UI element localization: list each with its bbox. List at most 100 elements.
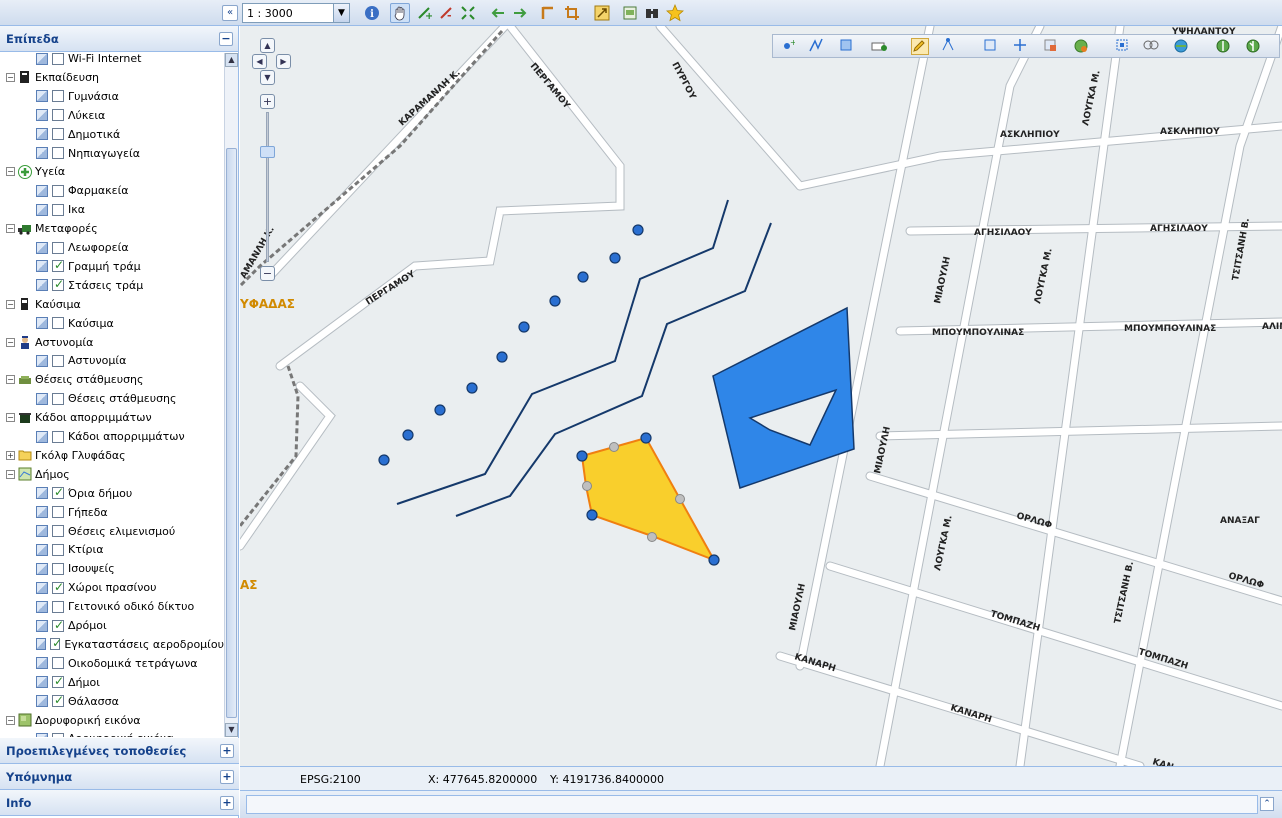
modify-vertices-button[interactable] [941, 38, 959, 55]
layer-checkbox[interactable] [52, 128, 64, 141]
layer-checkbox[interactable] [52, 562, 64, 575]
layer-checkbox[interactable] [52, 580, 64, 594]
layer-item[interactable]: Κάδοι απορριμμάτων [0, 427, 224, 446]
layer-checkbox[interactable] [52, 90, 64, 103]
layer-checkbox[interactable] [52, 693, 64, 708]
layer-group[interactable]: + Γκόλφ Γλυφάδας [0, 446, 224, 465]
layer-item[interactable]: Εγκαταστάσεις αεροδρομίου [0, 635, 224, 654]
layer-checkbox[interactable] [52, 392, 64, 405]
attributes-button[interactable] [1173, 38, 1191, 55]
pan-right-icon[interactable]: ▶ [276, 54, 291, 69]
previous-extent-button[interactable] [488, 3, 508, 23]
zoom-out-icon[interactable]: − [260, 266, 275, 281]
layer-item[interactable]: Δήμοι [0, 673, 224, 692]
layer-checkbox[interactable] [52, 732, 64, 737]
layer-checkbox[interactable] [52, 241, 64, 254]
export-button[interactable] [592, 3, 612, 23]
layer-item[interactable]: Δορυφορική εικόνα [0, 729, 224, 737]
scroll-down-icon[interactable]: ▼ [225, 723, 238, 737]
layer-item[interactable]: Χώροι πρασίνου [0, 578, 224, 597]
layer-item[interactable]: Δημοτικά [0, 125, 224, 144]
expand-plus-icon[interactable]: + [220, 744, 234, 758]
zoom-in-button[interactable]: + [414, 3, 434, 23]
layer-checkbox[interactable] [52, 674, 64, 689]
layer-item[interactable]: Λύκεια [0, 106, 224, 125]
layer-item[interactable]: Καύσιμα [0, 314, 224, 333]
edit-pencil-button[interactable] [911, 38, 929, 55]
move-feature-button[interactable] [1013, 38, 1031, 55]
layer-tree-scrollbar[interactable]: ▲ ▼ [224, 53, 238, 737]
info-panel-header[interactable]: Info + [0, 790, 239, 816]
layer-item[interactable]: Ισουψείς [0, 559, 224, 578]
layer-item[interactable]: Θέσεις στάθμευσης [0, 389, 224, 408]
collapse-minus-icon[interactable]: − [6, 413, 15, 423]
save-button[interactable] [1215, 38, 1233, 55]
collapse-panel-button[interactable]: « [220, 3, 240, 23]
layer-group[interactable]: − Δορυφορική εικόνα [0, 711, 224, 730]
layer-item[interactable]: Γειτονικό οδικό δίκτυο [0, 597, 224, 616]
layers-panel-header[interactable]: Επίπεδα − [0, 26, 238, 52]
snapping-button[interactable] [1073, 38, 1091, 55]
layer-checkbox[interactable] [52, 277, 64, 292]
layer-checkbox[interactable] [52, 618, 64, 632]
collapse-minus-icon[interactable]: − [6, 299, 15, 309]
layer-checkbox[interactable] [52, 600, 64, 613]
collapse-minus-icon[interactable]: − [6, 72, 15, 82]
layer-item[interactable]: Θάλασσα [0, 692, 224, 711]
select-feature-button[interactable] [983, 38, 1001, 55]
draw-line-button[interactable] [809, 38, 827, 55]
layer-checkbox[interactable] [52, 258, 64, 273]
layer-group[interactable]: − Μεταφορές [0, 219, 224, 238]
layer-group[interactable]: − Υγεία [0, 162, 224, 181]
layer-checkbox[interactable] [52, 485, 64, 500]
layer-item[interactable]: Νηπιαγωγεία [0, 144, 224, 163]
draw-point-button[interactable]: + [781, 38, 799, 55]
cancel-button[interactable] [1245, 38, 1263, 55]
layer-item[interactable]: Αστυνομία [0, 351, 224, 370]
layer-item[interactable]: Λεωφορεία [0, 238, 224, 257]
layer-item[interactable]: Όρια δήμου [0, 484, 224, 503]
layer-item[interactable]: Δρόμοι [0, 616, 224, 635]
delete-feature-button[interactable] [1043, 38, 1061, 55]
layer-checkbox[interactable] [52, 525, 64, 537]
layer-group[interactable]: − Κάδοι απορριμμάτων [0, 408, 224, 427]
layer-group[interactable]: − Δήμος [0, 465, 224, 484]
zoom-slider-track[interactable] [266, 112, 269, 262]
bookmark-button[interactable] [642, 3, 662, 23]
default-locations-panel-header[interactable]: Προεπιλεγμένες τοποθεσίες + [0, 738, 239, 764]
collapse-minus-icon[interactable]: − [6, 469, 15, 479]
layer-checkbox[interactable] [52, 184, 64, 197]
zoom-slider-handle[interactable] [260, 146, 275, 158]
zoom-extent-button[interactable] [458, 3, 478, 23]
layer-checkbox[interactable] [52, 543, 64, 556]
collapse-minus-icon[interactable]: − [6, 715, 15, 725]
favorite-button[interactable] [665, 3, 685, 23]
next-extent-button[interactable] [510, 3, 530, 23]
layer-item[interactable]: Κτίρια [0, 540, 224, 559]
collapse-minus-icon[interactable]: − [6, 375, 15, 385]
collapse-minus-icon[interactable]: − [219, 32, 233, 46]
layer-item[interactable]: Φαρμακεία [0, 181, 224, 200]
split-button[interactable] [1115, 38, 1133, 55]
layer-group[interactable]: − Αστυνομία [0, 333, 224, 352]
layer-checkbox[interactable] [50, 636, 62, 651]
expand-plus-icon[interactable]: + [220, 796, 234, 810]
layer-group[interactable]: − Εκπαίδευση [0, 68, 224, 87]
layer-checkbox[interactable] [52, 317, 64, 330]
layer-checkbox[interactable] [52, 203, 64, 216]
collapse-minus-icon[interactable]: − [6, 167, 15, 177]
add-feature-button[interactable] [871, 38, 889, 55]
chevron-down-icon[interactable]: ▼ [333, 4, 349, 22]
pan-down-icon[interactable]: ▼ [260, 70, 275, 85]
measure-area-button[interactable] [562, 3, 582, 23]
layer-item[interactable]: Γραμμή τράμ [0, 257, 224, 276]
draw-polygon-button[interactable] [839, 38, 857, 55]
layer-checkbox[interactable] [52, 506, 64, 519]
zoom-in-icon[interactable]: + [260, 94, 275, 109]
map-view[interactable]: ΥΨΗΛΑΝΤΟΥ ΠΥΡΓΟΥ ΠΕΡΓΑΜΟΥ ΚΑΡΑΜΑΝΛΗ Κ. Α… [240, 26, 1282, 766]
layer-group[interactable]: − Θέσεις στάθμευσης [0, 370, 224, 389]
layer-item[interactable]: Στάσεις τράμ [0, 276, 224, 295]
zoom-out-button[interactable]: - [436, 3, 456, 23]
expand-plus-icon[interactable]: + [6, 450, 15, 460]
map-canvas[interactable]: ΥΨΗΛΑΝΤΟΥ ΠΥΡΓΟΥ ΠΕΡΓΑΜΟΥ ΚΑΡΑΜΑΝΛΗ Κ. Α… [240, 26, 1282, 766]
